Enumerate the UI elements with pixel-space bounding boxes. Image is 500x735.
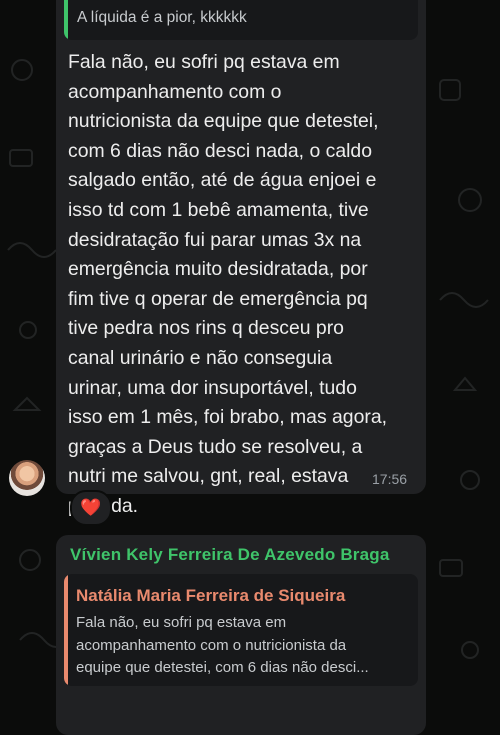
quote-accent-bar [64,0,68,40]
heart-icon: ❤️ [80,498,102,518]
reaction-badge[interactable]: ❤️ [70,490,112,526]
sender-name[interactable]: Vívien Kely Ferreira De Azevedo Braga [70,545,390,565]
avatar[interactable] [9,460,45,496]
quote-accent-bar [64,574,68,686]
reply-quoted-text: Fala não, eu sofri pq estava em acompanh… [76,614,369,676]
quoted-message-text: A líquida é a pior, kkkkkk [77,9,247,26]
quoted-author: Natália Maria Ferreira de Siqueira [76,586,346,605]
message-text: Fala não, eu sofri pq estava em acompanh… [68,51,388,517]
message-timestamp: 17:56 [372,471,408,487]
